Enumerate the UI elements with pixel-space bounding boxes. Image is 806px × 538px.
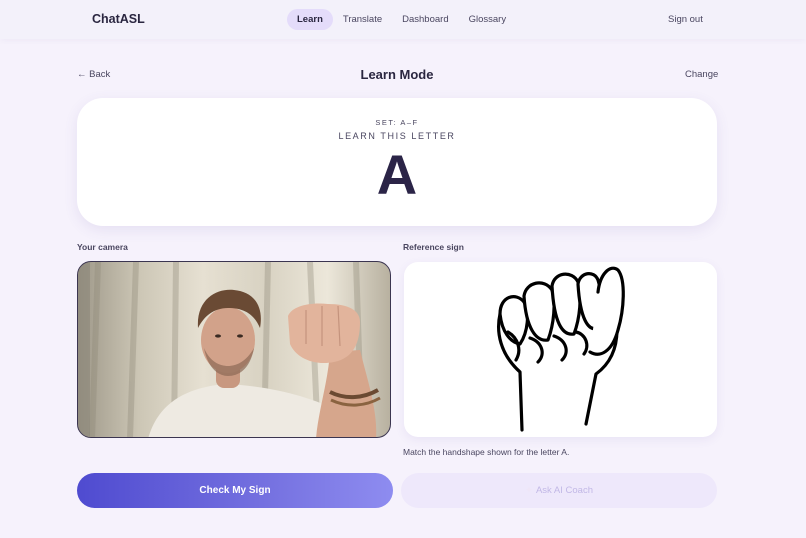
reference-hint: Match the handshape shown for the letter… [403,447,570,457]
top-nav-bar: ChatASL Learn Translate Dashboard Glossa… [0,0,806,39]
letter-card: SET: A–F LEARN THIS LETTER A [77,98,717,226]
tab-dashboard[interactable]: Dashboard [392,9,458,30]
page-title: Learn Mode [360,67,434,82]
sign-out-link[interactable]: Sign out [668,14,703,25]
tab-translate[interactable]: Translate [333,9,392,30]
camera-person-image [78,262,381,437]
sparkle-icon: ✦ [525,485,533,496]
reference-sign-card [404,262,717,437]
brand-logo[interactable]: ChatASL [92,12,145,26]
change-set-link[interactable]: Change [685,69,718,80]
ask-ai-coach-button[interactable]: ✦ Ask AI Coach [401,473,717,508]
tab-learn[interactable]: Learn [287,9,333,30]
asl-letter-a-hand-icon [497,266,625,432]
check-my-sign-button[interactable]: Check My Sign [77,473,393,508]
camera-label: Your camera [77,242,128,252]
camera-feed [77,261,391,438]
learn-prompt: LEARN THIS LETTER [338,131,456,141]
ask-ai-coach-label: Ask AI Coach [535,485,593,496]
reference-label: Reference sign [403,242,464,252]
main-nav: Learn Translate Dashboard Glossary [287,9,516,30]
tab-glossary[interactable]: Glossary [459,9,516,30]
target-letter: A [376,143,418,206]
set-label: SET: A–F [375,118,419,127]
